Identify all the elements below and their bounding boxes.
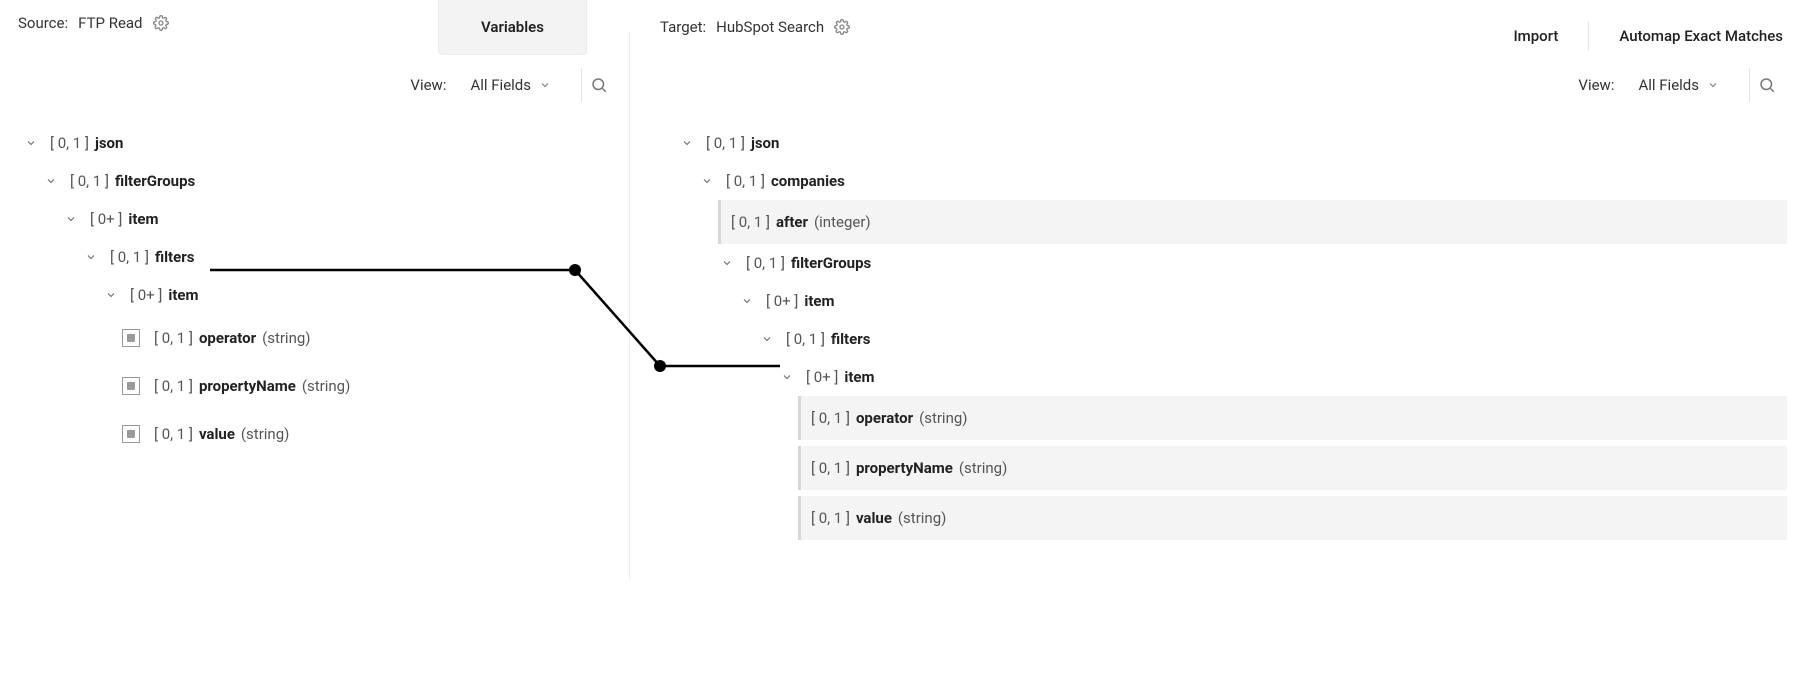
cardinality: [ 0+ ] — [90, 210, 122, 228]
tree-node-json[interactable]: [ 0, 1 ] json — [678, 124, 1795, 162]
field-type: (string) — [262, 329, 310, 347]
chevron-down-icon[interactable] — [698, 172, 716, 190]
chevron-down-icon[interactable] — [758, 330, 776, 348]
field-type: (integer) — [814, 213, 871, 231]
view-select[interactable]: All Fields — [1628, 70, 1729, 100]
cardinality: [ 0, 1 ] — [811, 509, 850, 527]
view-row: View: All Fields — [410, 60, 615, 110]
view-value: All Fields — [1638, 76, 1699, 94]
cardinality: [ 0+ ] — [806, 368, 838, 386]
cardinality: [ 0, 1 ] — [726, 172, 765, 190]
field-name: filters — [155, 248, 195, 266]
field-name: filterGroups — [791, 254, 871, 272]
field-name: after — [776, 213, 808, 231]
source-toolbar: View: All Fields — [0, 32, 629, 120]
chevron-down-icon[interactable] — [778, 368, 796, 386]
cardinality: [ 0, 1 ] — [154, 377, 193, 395]
tree-node-value[interactable]: [ 0, 1 ] value (string) — [678, 496, 1795, 540]
tree-node-propertyname[interactable]: [ 0, 1 ] propertyName (string) — [678, 446, 1795, 490]
target-toolbar: View: All Fields — [630, 32, 1807, 120]
chevron-down-icon[interactable] — [102, 286, 120, 304]
search-button[interactable] — [581, 68, 615, 102]
field-type: (string) — [898, 509, 946, 527]
tree-node-item-mapped[interactable]: [ 0+ ] item — [678, 358, 1795, 396]
source-tree: [ 0, 1 ] json [ 0, 1 ] filterGroups [ 0+… — [0, 120, 629, 458]
field-name: filters — [831, 330, 871, 348]
tree-node-operator[interactable]: [ 0, 1 ] operator (string) — [22, 314, 617, 362]
field-name: filterGroups — [115, 172, 195, 190]
chevron-down-icon — [539, 79, 551, 91]
tree-node-item-mapped[interactable]: [ 0+ ] item — [22, 276, 617, 314]
cardinality: [ 0+ ] — [766, 292, 798, 310]
field-name: companies — [771, 172, 845, 190]
field-name: json — [95, 134, 123, 152]
field-name: value — [856, 509, 892, 527]
cardinality: [ 0, 1 ] — [786, 330, 825, 348]
field-type: (string) — [919, 409, 967, 427]
field-name: propertyName — [856, 459, 953, 477]
field-name: item — [844, 368, 874, 386]
cardinality: [ 0, 1 ] — [110, 248, 149, 266]
cardinality: [ 0, 1 ] — [746, 254, 785, 272]
view-value: All Fields — [470, 76, 531, 94]
field-name: item — [804, 292, 834, 310]
field-name: json — [751, 134, 779, 152]
cardinality: [ 0+ ] — [130, 286, 162, 304]
cardinality: [ 0, 1 ] — [811, 409, 850, 427]
field-name: propertyName — [199, 377, 296, 395]
field-name: value — [199, 425, 235, 443]
tree-node-propertyname[interactable]: [ 0, 1 ] propertyName (string) — [22, 362, 617, 410]
source-label: Source: — [18, 14, 68, 32]
source-block: Source: FTP Read — [18, 14, 458, 32]
chevron-down-icon[interactable] — [22, 134, 40, 152]
chevron-down-icon[interactable] — [718, 254, 736, 272]
view-select[interactable]: All Fields — [460, 70, 561, 100]
chevron-down-icon[interactable] — [82, 248, 100, 266]
target-tree: [ 0, 1 ] json [ 0, 1 ] companies [ 0, 1 … — [630, 120, 1807, 540]
target-panel: View: All Fields [ 0, 1 ] json — [630, 32, 1807, 580]
tree-node-after[interactable]: [ 0, 1 ] after (integer) — [678, 200, 1795, 244]
chevron-down-icon[interactable] — [62, 210, 80, 228]
field-name: operator — [199, 329, 256, 347]
panels: View: All Fields [ 0, 1 ] json — [0, 32, 1807, 580]
view-label: View: — [1578, 76, 1614, 94]
field-checkbox[interactable] — [122, 377, 140, 395]
view-label: View: — [410, 76, 446, 94]
view-row: View: All Fields — [1578, 60, 1783, 110]
field-type: (string) — [241, 425, 289, 443]
header-bar: Source: FTP Read Variables Target: HubSp… — [0, 0, 1807, 32]
chevron-down-icon[interactable] — [42, 172, 60, 190]
field-name: operator — [856, 409, 913, 427]
search-button[interactable] — [1749, 68, 1783, 102]
tree-node-filtergroups[interactable]: [ 0, 1 ] filterGroups — [678, 244, 1795, 282]
cardinality: [ 0, 1 ] — [154, 425, 193, 443]
chevron-down-icon[interactable] — [678, 134, 696, 152]
cardinality: [ 0, 1 ] — [154, 329, 193, 347]
field-name: item — [128, 210, 158, 228]
field-name: item — [168, 286, 198, 304]
field-checkbox[interactable] — [122, 329, 140, 347]
tree-node-value[interactable]: [ 0, 1 ] value (string) — [22, 410, 617, 458]
tree-node-filters[interactable]: [ 0, 1 ] filters — [678, 320, 1795, 358]
cardinality: [ 0, 1 ] — [731, 213, 770, 231]
tree-node-companies[interactable]: [ 0, 1 ] companies — [678, 162, 1795, 200]
gear-icon[interactable] — [153, 15, 169, 31]
cardinality: [ 0, 1 ] — [811, 459, 850, 477]
tree-node-operator[interactable]: [ 0, 1 ] operator (string) — [678, 396, 1795, 440]
chevron-down-icon[interactable] — [738, 292, 756, 310]
tree-node-json[interactable]: [ 0, 1 ] json — [22, 124, 617, 162]
cardinality: [ 0, 1 ] — [50, 134, 89, 152]
source-name: FTP Read — [78, 14, 142, 32]
field-type: (string) — [959, 459, 1007, 477]
tree-node-filters[interactable]: [ 0, 1 ] filters — [22, 238, 617, 276]
tree-node-item[interactable]: [ 0+ ] item — [678, 282, 1795, 320]
tree-node-filtergroups[interactable]: [ 0, 1 ] filterGroups — [22, 162, 617, 200]
field-type: (string) — [302, 377, 350, 395]
field-checkbox[interactable] — [122, 425, 140, 443]
chevron-down-icon — [1707, 79, 1719, 91]
cardinality: [ 0, 1 ] — [70, 172, 109, 190]
source-panel: View: All Fields [ 0, 1 ] json — [0, 32, 630, 580]
cardinality: [ 0, 1 ] — [706, 134, 745, 152]
tree-node-item[interactable]: [ 0+ ] item — [22, 200, 617, 238]
